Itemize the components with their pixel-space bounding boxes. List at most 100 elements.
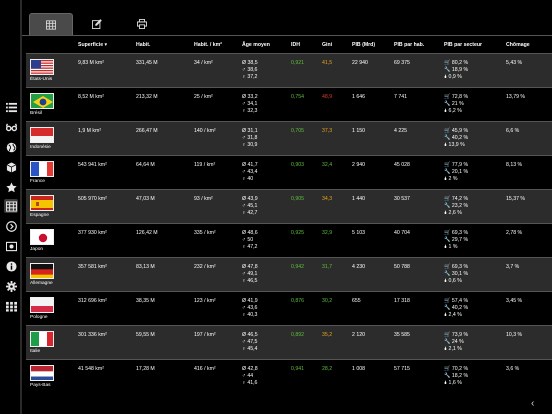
cell-idh: 0,876 — [291, 298, 304, 304]
glasses-icon[interactable] — [4, 120, 18, 134]
col-pib-hab[interactable]: PIB par hab. — [394, 42, 424, 48]
gear-icon[interactable] — [4, 279, 18, 293]
country-name: Japon — [30, 247, 44, 252]
table-row[interactable]: Allemagne 357 581 km² 83,13 M 232 / km² … — [26, 257, 552, 291]
cube-icon[interactable] — [4, 160, 18, 174]
image-icon[interactable] — [4, 239, 18, 253]
cell-superficie: 543 941 km² — [78, 162, 107, 168]
table-row[interactable]: Pologne 312 696 km² 38,35 M 123 / km² Ø … — [26, 291, 552, 325]
cell-age: Ø 38,5 ♂ 38,6 ♀ 37,2 — [242, 60, 258, 80]
cell-gini: 37,3 — [322, 128, 333, 134]
cell-gini: 32,9 — [322, 230, 333, 236]
chevron-left-icon[interactable]: ‹ — [531, 398, 534, 409]
table-body: États-Unis 9,83 M km² 331,45 M 34 / km² … — [26, 53, 552, 393]
cell-pib: 5 103 — [352, 230, 365, 236]
cell-age: Ø 46,5 ♂ 47,5 ♀ 45,4 — [242, 332, 258, 352]
table-row[interactable]: Indonésie 1,9 M km² 266,47 M 140 / km² Ø… — [26, 121, 552, 155]
col-habit[interactable]: Habit. — [136, 42, 150, 48]
cell-pib-hab: 35 585 — [394, 332, 410, 338]
cell-gini: 48,9 — [322, 94, 333, 100]
cell-habit: 266,47 M — [136, 128, 158, 134]
cell-habit-km2: 232 / km² — [194, 264, 216, 270]
col-habit-km2[interactable]: Habit. / km² — [194, 42, 222, 48]
tab-print[interactable] — [120, 13, 164, 35]
col-age[interactable]: Âge moyen — [242, 42, 270, 48]
col-pib-secteur[interactable]: PIB par secteur — [444, 42, 482, 48]
cell-age: Ø 41,9 ♂ 43,6 ♀ 40,3 — [242, 298, 258, 318]
cell-idh: 0,905 — [291, 196, 304, 202]
cell-gini: 28,2 — [322, 366, 333, 372]
cell-pib-secteur: 🛒 74,2 % 🔧 23,2 % 🌢 2,6 % — [444, 196, 469, 216]
country-name: Pays-Bas — [30, 383, 51, 388]
cell-habit: 47,03 M — [136, 196, 155, 202]
cell-gini: 34,3 — [322, 196, 333, 202]
col-gini[interactable]: Gini — [322, 42, 332, 48]
cell-pib: 1 646 — [352, 94, 365, 100]
flag-us-icon — [30, 59, 54, 75]
col-chomage[interactable]: Chômage — [506, 42, 530, 48]
country-name: Allemagne — [30, 281, 53, 286]
cell-age: Ø 48,6 ♂ 50 ♀ 47,2 — [242, 230, 258, 250]
cell-superficie: 1,9 M km² — [78, 128, 102, 134]
cell-habit-km2: 123 / km² — [194, 298, 216, 304]
cell-superficie: 357 581 km² — [78, 264, 107, 270]
cell-chomage: 2,78 % — [506, 230, 523, 236]
cell-pib-secteur: 🛒 72,8 % 🔧 21 % 🌢 6,2 % — [444, 94, 469, 114]
cell-pib-secteur: 🛒 69,3 % 🔧 30,1 % 🌢 0,6 % — [444, 264, 469, 284]
cell-habit-km2: 140 / km² — [194, 128, 216, 134]
tab-grid[interactable] — [29, 13, 73, 35]
table-row[interactable]: Brésil 8,52 M km² 213,32 M 25 / km² Ø 33… — [26, 87, 552, 121]
cell-age: Ø 41,7 ♂ 43,4 ♀ 40 — [242, 162, 258, 182]
cell-pib: 4 230 — [352, 264, 365, 270]
flag-jp-icon — [30, 229, 54, 245]
cell-chomage: 8,13 % — [506, 162, 523, 168]
table-icon[interactable] — [4, 199, 18, 213]
star-icon[interactable] — [4, 180, 18, 194]
cell-chomage: 6,6 % — [506, 128, 520, 134]
grid-icon[interactable] — [4, 299, 18, 313]
flag-nl-icon — [30, 365, 54, 381]
cell-pib-hab: 30 537 — [394, 196, 410, 202]
flag-it-icon — [30, 331, 54, 347]
table-row[interactable]: France 543 941 km² 64,64 M 119 / km² Ø 4… — [26, 155, 552, 189]
cell-pib-hab: 4 225 — [394, 128, 407, 134]
cell-pib-hab: 17 318 — [394, 298, 410, 304]
table-row[interactable]: Pays-Bas 41 548 km² 17,28 M 416 / km² Ø … — [26, 359, 552, 393]
cell-superficie: 9,83 M km² — [78, 60, 104, 66]
cell-habit-km2: 34 / km² — [194, 60, 213, 66]
cell-age: Ø 42,8 ♂ 44 ♀ 41,6 — [242, 366, 258, 386]
cell-idh: 0,754 — [291, 94, 304, 100]
table-row[interactable]: Espagne 505 970 km² 47,03 M 93 / km² Ø 4… — [26, 189, 552, 223]
col-pib[interactable]: PIB (Mrd) — [352, 42, 375, 48]
col-idh[interactable]: IDH — [291, 42, 300, 48]
table-row[interactable]: États-Unis 9,83 M km² 331,45 M 34 / km² … — [26, 53, 552, 87]
cell-pib-hab: 45 028 — [394, 162, 410, 168]
cell-superficie: 505 970 km² — [78, 196, 107, 202]
cell-idh: 0,705 — [291, 128, 304, 134]
cell-age: Ø 33,2 ♂ 34,1 ♀ 32,3 — [242, 94, 258, 114]
cell-pib-secteur: 🛒 80,2 % 🔧 18,9 % 🌢 0,9 % — [444, 60, 469, 80]
cell-gini: 32,4 — [322, 162, 333, 168]
cell-age: Ø 47,8 ♂ 49,1 ♀ 46,5 — [242, 264, 258, 284]
tab-edit[interactable] — [75, 13, 119, 35]
cell-pib-secteur: 🛒 73,9 % 🔧 24 % 🌢 2,1 % — [444, 332, 469, 352]
cell-superficie: 301 336 km² — [78, 332, 107, 338]
table-row[interactable]: Japon 377 930 km² 126,42 M 335 / km² Ø 4… — [26, 223, 552, 257]
cell-habit: 38,35 M — [136, 298, 155, 304]
table-row[interactable]: Italie 301 336 km² 59,55 M 197 / km² Ø 4… — [26, 325, 552, 359]
flag-es-icon — [30, 195, 54, 211]
country-name: Pologne — [30, 315, 48, 320]
cell-pib: 22 940 — [352, 60, 368, 66]
cell-age: Ø 31,1 ♂ 31,8 ♀ 30,9 — [242, 128, 258, 148]
cell-chomage: 5,43 % — [506, 60, 523, 66]
col-superficie[interactable]: Superficie ▾ — [78, 42, 107, 48]
cell-pib-hab: 57 715 — [394, 366, 410, 372]
cell-idh: 0,942 — [291, 264, 304, 270]
globe-icon[interactable] — [4, 140, 18, 154]
arrow-circle-icon[interactable] — [4, 219, 18, 233]
edit-icon — [92, 19, 102, 29]
info-icon[interactable] — [4, 259, 18, 273]
country-name: États-Unis — [30, 77, 53, 82]
list-icon[interactable] — [4, 100, 18, 114]
flag-br-icon — [30, 93, 54, 109]
